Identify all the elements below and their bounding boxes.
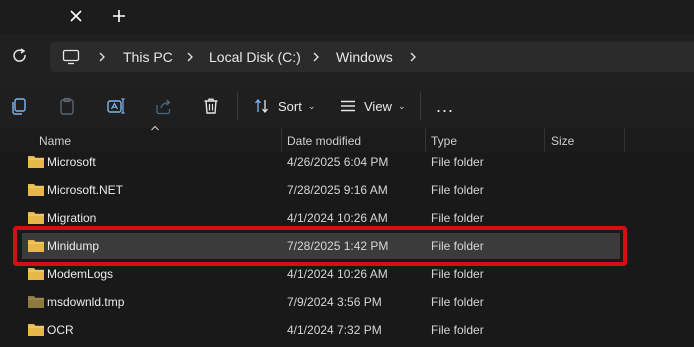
share-icon[interactable] bbox=[154, 96, 174, 116]
folder-icon bbox=[28, 156, 44, 168]
table-row[interactable]: Migration 4/1/2024 10:26 AM File folder bbox=[22, 205, 620, 231]
table-row-selected[interactable]: Minidump 7/28/2025 1:42 PM File folder bbox=[22, 233, 620, 259]
file-name: Microsoft bbox=[47, 155, 96, 169]
toolbar-divider bbox=[420, 92, 421, 120]
address-row: This PC Local Disk (C:) Windows bbox=[0, 34, 694, 84]
chevron-right-icon bbox=[313, 52, 319, 62]
chevron-right-icon bbox=[99, 52, 105, 62]
command-bar: Sort ⌄ View ⌄ ... bbox=[0, 84, 694, 129]
file-date: 4/26/2025 6:04 PM bbox=[287, 155, 389, 169]
table-row[interactable]: Microsoft 4/26/2025 6:04 PM File folder bbox=[22, 149, 620, 175]
column-size[interactable]: Size bbox=[551, 134, 574, 148]
column-divider[interactable] bbox=[624, 128, 625, 152]
file-date: 4/1/2024 10:26 AM bbox=[287, 211, 388, 225]
address-bar[interactable]: This PC Local Disk (C:) Windows bbox=[50, 42, 694, 72]
folder-icon bbox=[28, 212, 44, 224]
column-name[interactable]: Name bbox=[39, 134, 71, 148]
new-tab-icon[interactable] bbox=[109, 6, 129, 26]
file-type: File folder bbox=[431, 323, 484, 337]
folder-icon bbox=[28, 268, 44, 280]
file-name: OCR bbox=[47, 323, 74, 337]
breadcrumb-local-disk[interactable]: Local Disk (C:) bbox=[209, 49, 301, 65]
file-type: File folder bbox=[431, 211, 484, 225]
table-row[interactable]: Microsoft.NET 7/28/2025 9:16 AM File fol… bbox=[22, 177, 620, 203]
folder-icon bbox=[28, 184, 44, 196]
sort-button[interactable]: Sort ⌄ bbox=[254, 94, 315, 118]
file-type: File folder bbox=[431, 295, 484, 309]
file-name: ModemLogs bbox=[47, 267, 114, 281]
file-name: Minidump bbox=[47, 239, 100, 253]
file-name: Migration bbox=[47, 211, 97, 225]
copy-icon[interactable] bbox=[9, 96, 29, 116]
chevron-down-icon: ⌄ bbox=[397, 100, 406, 111]
tab-bar bbox=[0, 0, 694, 34]
table-row[interactable]: OCR 4/1/2024 7:32 PM File folder bbox=[22, 317, 620, 343]
sort-label: Sort bbox=[278, 98, 302, 114]
breadcrumb-windows[interactable]: Windows bbox=[336, 49, 393, 65]
chevron-down-icon: ⌄ bbox=[307, 100, 316, 111]
folder-icon bbox=[28, 240, 44, 252]
file-type: File folder bbox=[431, 267, 484, 281]
folder-icon bbox=[28, 324, 44, 336]
file-type: File folder bbox=[431, 183, 484, 197]
refresh-icon[interactable] bbox=[10, 46, 30, 66]
paste-icon[interactable] bbox=[57, 96, 77, 116]
file-type: File folder bbox=[431, 155, 484, 169]
more-options-button[interactable]: ... bbox=[436, 96, 454, 117]
hidden-folder-icon bbox=[28, 296, 44, 308]
column-type[interactable]: Type bbox=[431, 134, 457, 148]
file-date: 7/9/2024 3:56 PM bbox=[287, 295, 382, 309]
toolbar-divider bbox=[237, 92, 238, 120]
sort-ascending-icon bbox=[151, 125, 159, 131]
column-date-modified[interactable]: Date modified bbox=[287, 134, 361, 148]
chevron-right-icon[interactable] bbox=[408, 51, 418, 63]
delete-icon[interactable] bbox=[201, 96, 221, 116]
table-row[interactable]: msdownld.tmp 7/9/2024 3:56 PM File folde… bbox=[22, 289, 620, 315]
file-type: File folder bbox=[431, 239, 484, 253]
close-tab-icon[interactable] bbox=[66, 6, 86, 26]
sort-icon bbox=[255, 98, 268, 114]
view-button[interactable]: View ⌄ bbox=[340, 94, 406, 118]
breadcrumb-this-pc[interactable]: This PC bbox=[123, 49, 173, 65]
file-date: 7/28/2025 9:16 AM bbox=[287, 183, 388, 197]
file-date: 4/1/2024 10:26 AM bbox=[287, 267, 388, 281]
view-list-icon bbox=[341, 100, 355, 112]
table-row[interactable]: ModemLogs 4/1/2024 10:26 AM File folder bbox=[22, 261, 620, 287]
monitor-icon bbox=[62, 49, 80, 65]
view-label: View bbox=[364, 98, 392, 114]
chevron-right-icon bbox=[187, 52, 193, 62]
rename-icon[interactable] bbox=[106, 96, 126, 116]
file-date: 7/28/2025 1:42 PM bbox=[287, 239, 389, 253]
file-date: 4/1/2024 7:32 PM bbox=[287, 323, 382, 337]
file-name: msdownld.tmp bbox=[47, 295, 125, 309]
file-name: Microsoft.NET bbox=[47, 183, 124, 197]
